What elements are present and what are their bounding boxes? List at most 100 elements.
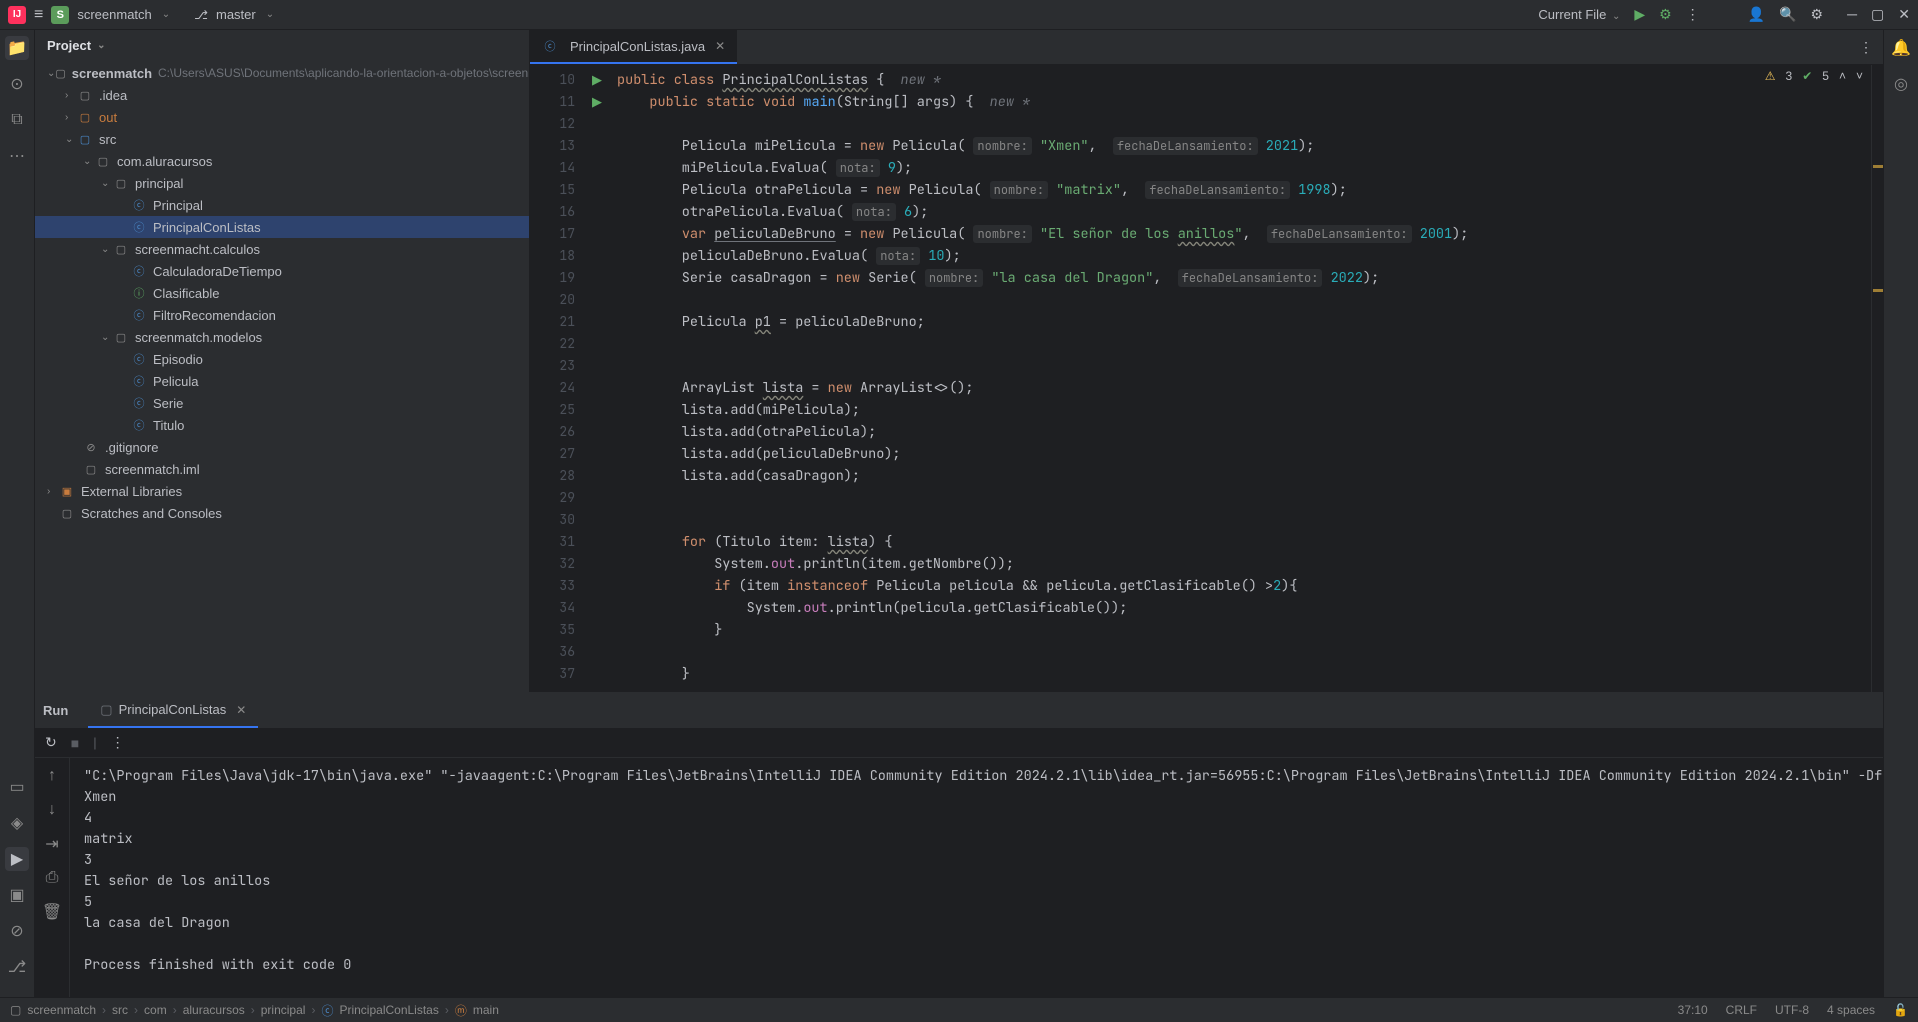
status-bar: ▢ screenmatch› src› com› aluracursos› pr… bbox=[0, 997, 1918, 1022]
tree-class[interactable]: ⓒPelicula bbox=[35, 370, 529, 392]
chevron-down-icon: ⌄ bbox=[162, 9, 170, 20]
breadcrumb-item[interactable]: principal bbox=[261, 1003, 306, 1017]
more-icon[interactable]: ⋮ bbox=[1686, 6, 1700, 23]
run-panel-header: Run ▢ PrincipalConListas ✕ bbox=[35, 693, 1883, 728]
project-name[interactable]: screenmatch bbox=[77, 7, 151, 22]
square-icon: ▢ bbox=[10, 1003, 21, 1017]
run-gutter-icon[interactable]: ▶ bbox=[585, 91, 609, 113]
breadcrumb-item[interactable]: PrincipalConListas bbox=[339, 1003, 438, 1017]
editor-tab[interactable]: ⓒ PrincipalConListas.java ✕ bbox=[530, 30, 737, 64]
tree-class[interactable]: ⓒPrincipal bbox=[35, 194, 529, 216]
project-badge: S bbox=[51, 6, 69, 24]
tab-label: PrincipalConListas.java bbox=[570, 39, 705, 54]
run-config-selector[interactable]: Current File ⌄ bbox=[1538, 7, 1620, 22]
chevron-down-icon[interactable]: ˅ bbox=[1856, 69, 1863, 83]
run-gutter-icon[interactable]: ▶ bbox=[585, 69, 609, 91]
rerun-icon[interactable]: ↻ bbox=[45, 734, 57, 751]
notifications-icon[interactable]: 🔔 bbox=[1889, 36, 1913, 60]
warning-count: 3 bbox=[1786, 69, 1793, 83]
tree-interface[interactable]: ⓘClasificable bbox=[35, 282, 529, 304]
close-icon[interactable]: ✕ bbox=[715, 39, 725, 53]
tree-class[interactable]: ⓒFiltroRecomendacion bbox=[35, 304, 529, 326]
services-tool-icon[interactable]: ◈ bbox=[5, 811, 29, 835]
left-tool-rail: 📁 ⊙ ⧉ ⋯ ▭ ◈ ▶ ▣ ⊘ ⎇ bbox=[0, 30, 35, 997]
run-top-toolbar: ↻ ■ | ⋮ bbox=[35, 728, 1883, 758]
tree-iml[interactable]: ▢screenmatch.iml bbox=[35, 458, 529, 480]
maximize-icon[interactable]: ▢ bbox=[1871, 6, 1884, 23]
breadcrumb-item[interactable]: aluracursos bbox=[183, 1003, 245, 1017]
tree-scratches[interactable]: ▢Scratches and Consoles bbox=[35, 502, 529, 524]
editor-inspections[interactable]: ⚠3 ✔5 ˄ ˅ bbox=[1765, 69, 1863, 83]
terminal-tool-icon[interactable]: ▣ bbox=[5, 883, 29, 907]
tree-package[interactable]: ⌄▢com.aluracursos bbox=[35, 150, 529, 172]
right-tool-rail: 🔔 ◎ bbox=[1883, 30, 1918, 997]
more-icon[interactable]: ⋮ bbox=[111, 734, 125, 751]
search-icon[interactable]: 🔍 bbox=[1779, 6, 1796, 23]
close-icon[interactable]: ✕ bbox=[1898, 6, 1910, 23]
breadcrumb-item[interactable]: com bbox=[144, 1003, 167, 1017]
tree-package[interactable]: ⌄▢screenmatch.modelos bbox=[35, 326, 529, 348]
check-icon: ✔ bbox=[1802, 69, 1812, 83]
cursor-position[interactable]: 37:10 bbox=[1678, 1003, 1708, 1017]
minimize-icon[interactable]: ─ bbox=[1847, 6, 1857, 23]
tree-class[interactable]: ⓒEpisodio bbox=[35, 348, 529, 370]
chevron-down-icon: ⌄ bbox=[266, 9, 274, 20]
run-title: Run bbox=[43, 703, 68, 718]
print-icon[interactable]: ⎙ bbox=[40, 866, 64, 890]
ai-icon[interactable]: ◎ bbox=[1889, 72, 1913, 96]
more-tool-icon[interactable]: ⋯ bbox=[5, 144, 29, 168]
file-encoding[interactable]: UTF-8 bbox=[1775, 1003, 1809, 1017]
class-icon: ⓒ bbox=[321, 1002, 333, 1019]
run-tab[interactable]: ▢ PrincipalConListas ✕ bbox=[88, 693, 258, 728]
indent-setting[interactable]: 4 spaces bbox=[1827, 1003, 1875, 1017]
project-panel-header[interactable]: Project⌄ bbox=[35, 30, 529, 60]
breadcrumb-item[interactable]: src bbox=[112, 1003, 128, 1017]
tree-gitignore[interactable]: ⊘.gitignore bbox=[35, 436, 529, 458]
run-output[interactable]: "C:\Program Files\Java\jdk-17\bin\java.e… bbox=[70, 758, 1883, 997]
breadcrumb[interactable]: ▢ screenmatch› src› com› aluracursos› pr… bbox=[10, 1002, 499, 1019]
debug-icon[interactable]: ⚙ bbox=[1659, 6, 1672, 23]
warning-icon: ⚠ bbox=[1765, 69, 1776, 83]
run-tool-icon[interactable]: ▶ bbox=[5, 847, 29, 871]
vcs-tool-icon[interactable]: ⎇ bbox=[5, 955, 29, 979]
up-icon[interactable]: ↑ bbox=[40, 764, 64, 788]
bookmarks-tool-icon[interactable]: ▭ bbox=[5, 775, 29, 799]
stop-icon[interactable]: ■ bbox=[71, 735, 79, 751]
branch-icon: ⎇ bbox=[194, 8, 208, 22]
project-tool-icon[interactable]: 📁 bbox=[5, 36, 29, 60]
close-icon[interactable]: ✕ bbox=[236, 703, 246, 717]
down-icon[interactable]: ↓ bbox=[40, 798, 64, 822]
tab-menu-icon[interactable]: ⋮ bbox=[1859, 39, 1873, 56]
code-with-me-icon[interactable]: 👤 bbox=[1748, 6, 1765, 23]
tree-root[interactable]: ⌄▢screenmatchC:\Users\ASUS\Documents\apl… bbox=[35, 62, 529, 84]
class-icon: ⓒ bbox=[542, 38, 558, 54]
method-icon: ⓜ bbox=[455, 1002, 467, 1019]
commit-tool-icon[interactable]: ⊙ bbox=[5, 72, 29, 96]
tree-package[interactable]: ⌄▢screenmacht.calculos bbox=[35, 238, 529, 260]
title-bar: IJ ≡ S screenmatch ⌄ ⎇ master ⌄ Current … bbox=[0, 0, 1918, 30]
line-separator[interactable]: CRLF bbox=[1726, 1003, 1757, 1017]
tree-class-selected[interactable]: ⓒPrincipalConListas bbox=[35, 216, 529, 238]
structure-tool-icon[interactable]: ⧉ bbox=[5, 108, 29, 132]
tree-class[interactable]: ⓒSerie bbox=[35, 392, 529, 414]
readonly-icon[interactable]: 🔓 bbox=[1893, 1003, 1908, 1017]
tree-folder-idea[interactable]: ›▢.idea bbox=[35, 84, 529, 106]
tree-external-libs[interactable]: ›▣External Libraries bbox=[35, 480, 529, 502]
breadcrumb-item[interactable]: main bbox=[473, 1003, 499, 1017]
trash-icon[interactable]: 🗑 bbox=[40, 900, 64, 924]
tree-class[interactable]: ⓒTitulo bbox=[35, 414, 529, 436]
chevron-up-icon[interactable]: ˄ bbox=[1839, 69, 1846, 83]
main-menu-icon[interactable]: ≡ bbox=[34, 6, 43, 24]
branch-name[interactable]: master bbox=[216, 7, 256, 22]
tree-class[interactable]: ⓒCalculadoraDeTiempo bbox=[35, 260, 529, 282]
run-side-toolbar: ↑ ↓ ⇥ ⎙ 🗑 bbox=[35, 758, 70, 997]
problems-tool-icon[interactable]: ⊘ bbox=[5, 919, 29, 943]
run-icon[interactable]: ▶ bbox=[1634, 6, 1645, 23]
wrap-icon[interactable]: ⇥ bbox=[40, 832, 64, 856]
tree-folder-src[interactable]: ⌄▢src bbox=[35, 128, 529, 150]
tree-folder-out[interactable]: ›▢out bbox=[35, 106, 529, 128]
tree-package[interactable]: ⌄▢principal bbox=[35, 172, 529, 194]
breadcrumb-item[interactable]: screenmatch bbox=[27, 1003, 96, 1017]
run-panel: Run ▢ PrincipalConListas ✕ ↻ ■ | ⋮ ↑ ↓ ⇥… bbox=[35, 692, 1883, 997]
settings-icon[interactable]: ⚙ bbox=[1811, 6, 1824, 23]
